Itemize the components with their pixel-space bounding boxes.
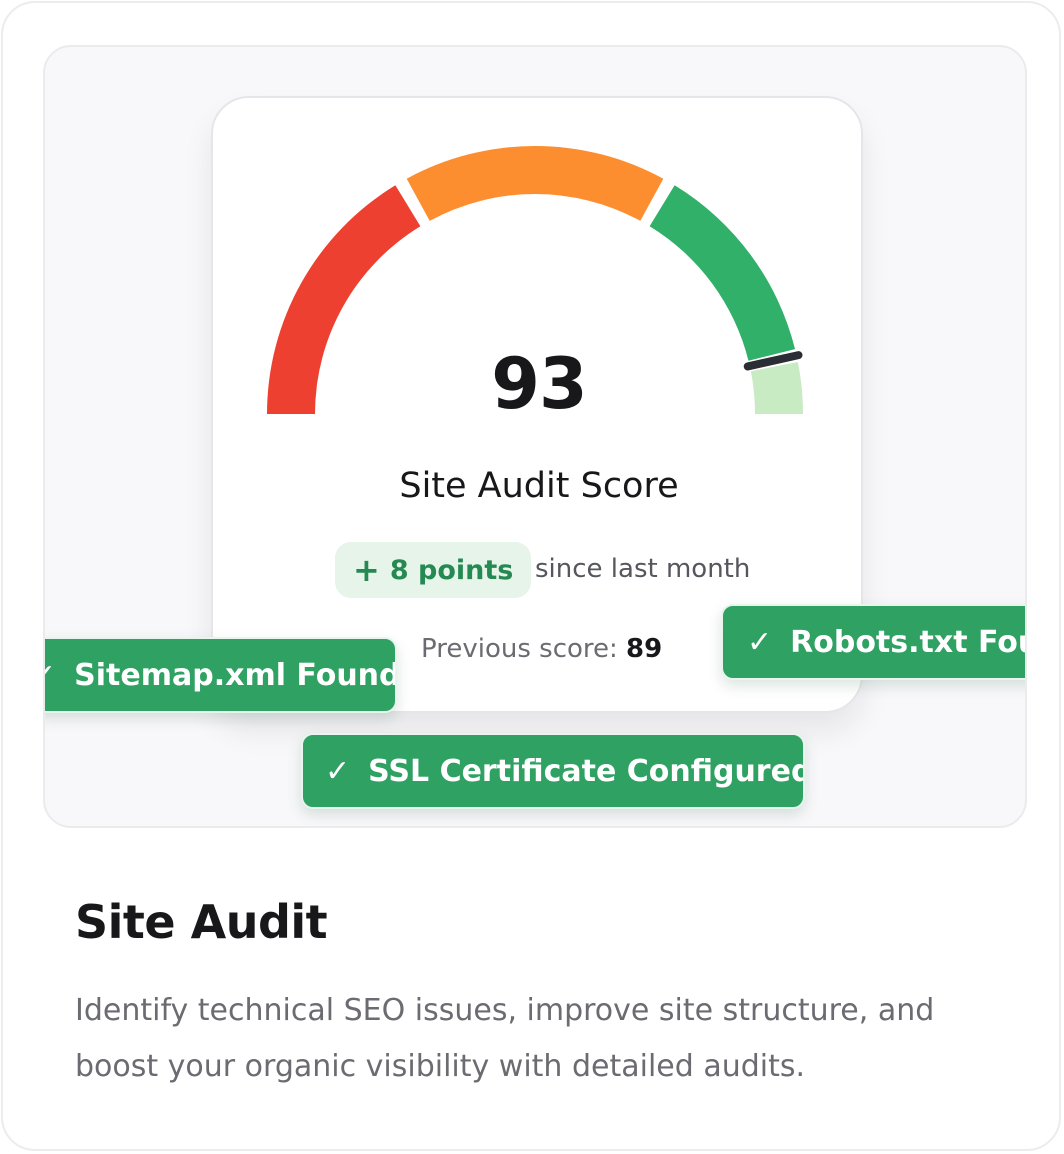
score-delta-badge: + 8 points	[335, 542, 532, 598]
check-pill-ssl: ✓ SSL Certificate Configured	[301, 733, 805, 809]
check-icon: ✓	[45, 658, 56, 693]
check-label: Sitemap.xml Found	[74, 657, 397, 693]
feature-title: Site Audit	[75, 895, 328, 949]
previous-score-value: 89	[626, 634, 663, 664]
score-value: 93	[491, 343, 587, 425]
delta-value: 8 points	[389, 554, 514, 586]
feature-description: Identify technical SEO issues, improve s…	[75, 993, 935, 1084]
check-pill-sitemap: ✓ Sitemap.xml Found	[45, 637, 397, 713]
feature-preview: 93 Site Audit Score + 8 points since las…	[43, 45, 1027, 828]
previous-score-label: Previous score:	[421, 634, 618, 664]
check-label: SSL Certificate Configured	[368, 753, 805, 789]
delta-period: since last month	[535, 554, 751, 584]
check-icon: ✓	[325, 753, 351, 789]
check-label: Robots.txt Found	[790, 624, 1025, 660]
check-pill-robots: ✓ Robots.txt Found	[721, 604, 1025, 680]
plus-icon: +	[353, 551, 380, 589]
gauge-segment-fair	[406, 146, 664, 221]
gauge-segment-good	[649, 185, 796, 361]
score-title: Site Audit Score	[399, 466, 679, 506]
check-icon: ✓	[747, 624, 773, 660]
previous-score: Previous score: 89	[421, 634, 662, 664]
feature-card: 93 Site Audit Score + 8 points since las…	[1, 1, 1061, 1151]
